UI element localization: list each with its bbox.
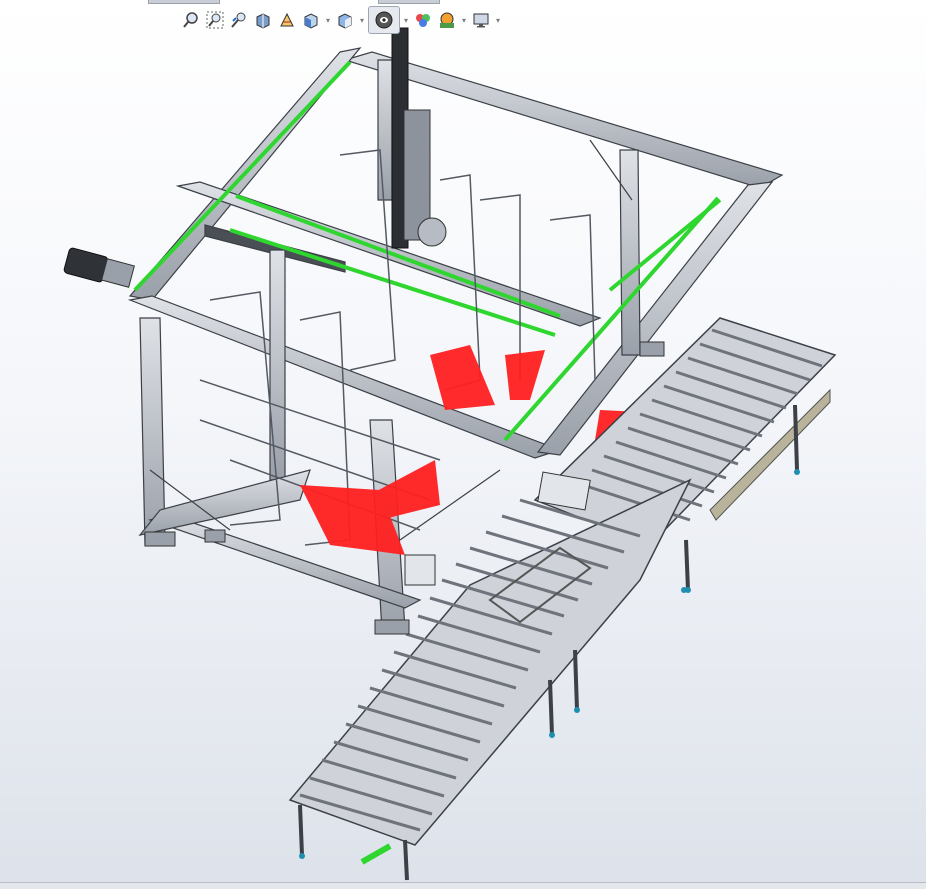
chevron-down-icon[interactable]: ▾	[460, 9, 468, 31]
drive-motor	[63, 247, 135, 288]
column-rear-right	[619, 149, 641, 356]
hide-show-items-icon[interactable]	[368, 6, 400, 34]
green-pipe	[360, 843, 392, 865]
red-panel	[505, 350, 545, 400]
chevron-down-icon[interactable]: ▾	[324, 9, 332, 31]
z-axis-column	[391, 27, 447, 249]
red-panel	[430, 345, 495, 410]
edit-appearance-icon[interactable]	[412, 9, 434, 31]
status-bar	[0, 882, 926, 889]
dynamic-annotation-views-icon[interactable]	[276, 9, 298, 31]
view-orientation-icon[interactable]	[300, 9, 322, 31]
previous-view-icon[interactable]	[228, 9, 250, 31]
apply-scene-icon[interactable]	[436, 9, 458, 31]
zoom-to-fit-icon[interactable]	[180, 9, 202, 31]
display-style-icon[interactable]	[334, 9, 356, 31]
heads-up-view-toolbar: ▾ ▾ ▾ ▾ ▾	[180, 6, 502, 34]
zoom-to-area-icon[interactable]	[204, 9, 226, 31]
chevron-down-icon[interactable]: ▾	[402, 9, 410, 31]
column-rear-mid	[377, 59, 393, 201]
chevron-down-icon[interactable]: ▾	[494, 9, 502, 31]
section-view-icon[interactable]	[252, 9, 274, 31]
chevron-down-icon[interactable]: ▾	[358, 9, 366, 31]
control-box	[404, 554, 436, 586]
view-settings-icon[interactable]	[470, 9, 492, 31]
model-viewport[interactable]	[0, 0, 926, 889]
